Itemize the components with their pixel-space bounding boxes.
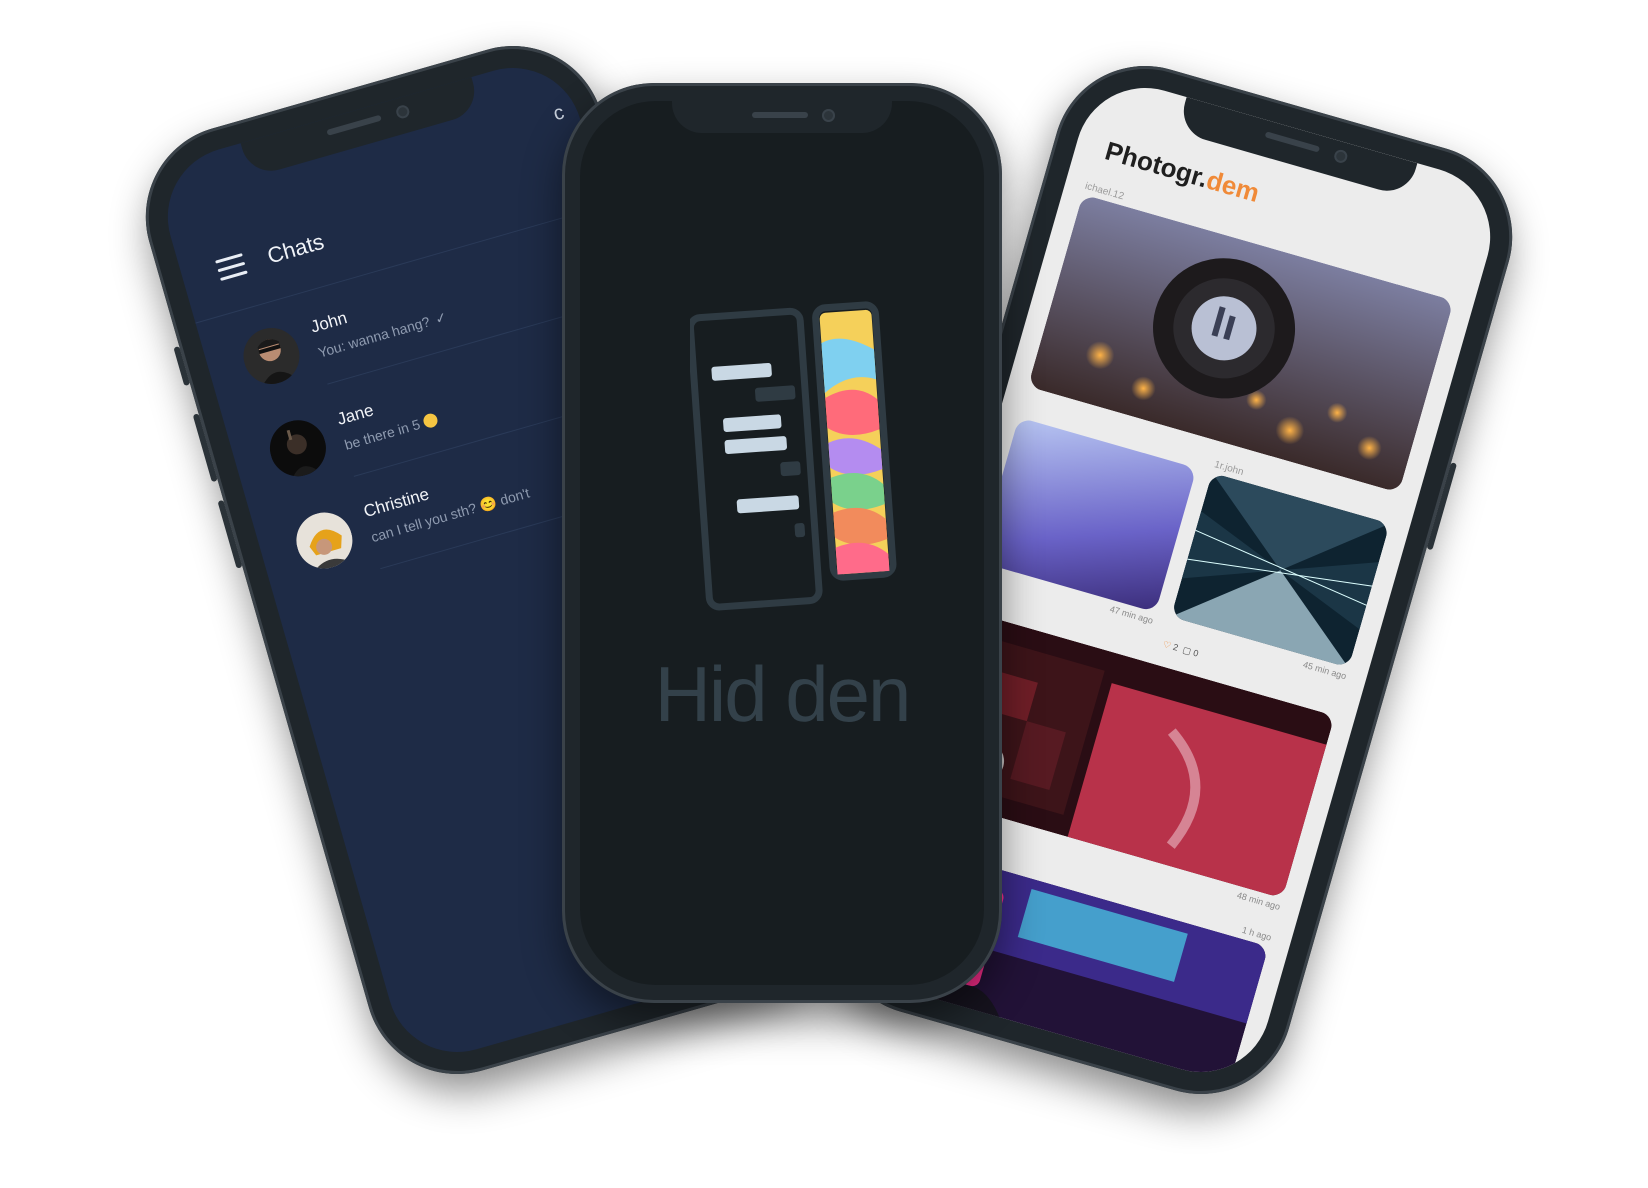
avatar (263, 413, 333, 483)
check-icon: ✓ (433, 308, 449, 328)
search-icon[interactable]: c (551, 101, 567, 126)
notch (240, 77, 482, 178)
app-logo-icon (686, 301, 910, 621)
photo-post[interactable]: 47 min ago (973, 404, 1201, 630)
page-title: Chats (264, 228, 327, 269)
comment-icon[interactable]: ▢ (1181, 645, 1192, 657)
avatar (289, 505, 360, 576)
smile-emoji-icon (421, 412, 439, 430)
splash-screen: Hid den (580, 101, 984, 985)
power-button (1426, 462, 1458, 551)
like-icon[interactable]: ♡ (1162, 639, 1173, 651)
avatar (236, 321, 307, 391)
app-wordmark: Hid den (654, 650, 912, 738)
menu-icon[interactable] (215, 253, 248, 282)
chat-name: Jane (334, 400, 376, 429)
notch (672, 101, 892, 133)
volume-down-button (217, 499, 243, 569)
splash-phone: Hid den (562, 83, 1002, 1003)
volume-up-button (192, 413, 218, 483)
mute-switch (173, 346, 191, 387)
photo-post[interactable]: 1r.john ♡ 2 ▢ 0 45 min ago (1162, 459, 1394, 685)
chat-name: John (308, 308, 350, 337)
